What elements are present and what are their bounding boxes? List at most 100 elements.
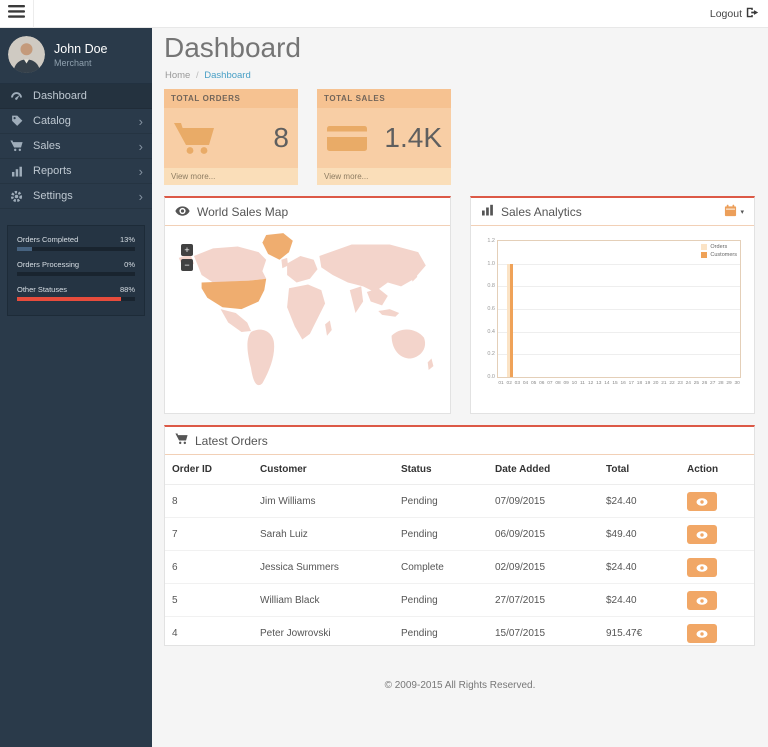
- stat-label: Orders Processing: [17, 260, 79, 269]
- view-order-button[interactable]: [687, 525, 717, 544]
- sidebar-toggle-button[interactable]: [0, 0, 34, 28]
- chevron-right-icon: ›: [139, 115, 143, 128]
- x-tick-label: 17: [627, 381, 635, 389]
- cell-status: Pending: [395, 485, 489, 518]
- cell-order-id: 4: [165, 617, 254, 647]
- progress-bar: [17, 297, 135, 301]
- x-tick-label: 14: [603, 381, 611, 389]
- credit-card-icon: [326, 123, 368, 153]
- cell-customer: Peter Jowrovski: [254, 617, 395, 647]
- cell-total: $24.40: [600, 551, 681, 584]
- gridline: [498, 264, 740, 265]
- x-tick-label: 09: [562, 381, 570, 389]
- orders-table: Order ID Customer Status Date Added Tota…: [165, 455, 754, 646]
- zoom-in-button[interactable]: +: [181, 244, 193, 256]
- table-row: 5 William Black Pending 27/07/2015 $24.4…: [165, 584, 754, 617]
- stat-value: 13%: [120, 235, 135, 244]
- y-tick-label: 0.6: [476, 306, 495, 312]
- sidebar-item-catalog[interactable]: Catalog ›: [0, 109, 152, 134]
- sidebar-item-dashboard[interactable]: Dashboard: [0, 84, 152, 109]
- caret-down-icon: ▾: [740, 208, 744, 216]
- col-status: Status: [395, 455, 489, 485]
- cell-order-id: 8: [165, 485, 254, 518]
- col-customer: Customer: [254, 455, 395, 485]
- breadcrumb-home-link[interactable]: Home: [165, 70, 190, 81]
- x-tick-label: 20: [652, 381, 660, 389]
- order-stats-box: Orders Completed 13% Orders Processing 0…: [7, 225, 145, 316]
- user-panel: John Doe Merchant: [0, 28, 152, 84]
- cell-customer: Sarah Luiz: [254, 518, 395, 551]
- logout-button[interactable]: Logout: [701, 7, 768, 21]
- world-map: [175, 231, 441, 393]
- panel-title: Sales Analytics: [501, 205, 582, 219]
- zoom-out-button[interactable]: −: [181, 259, 193, 271]
- sidebar-item-settings[interactable]: Settings ›: [0, 184, 152, 209]
- eye-icon: [696, 527, 708, 542]
- x-tick-label: 30: [733, 381, 741, 389]
- chart-bar: [510, 264, 513, 377]
- table-row: 8 Jim Williams Pending 07/09/2015 $24.40: [165, 485, 754, 518]
- x-tick-label: 11: [578, 381, 586, 389]
- stat-value: 0%: [124, 260, 135, 269]
- cell-status: Pending: [395, 518, 489, 551]
- stat-label: Orders Completed: [17, 235, 78, 244]
- view-more-link[interactable]: View more...: [317, 168, 451, 185]
- y-tick-label: 1.0: [476, 261, 495, 267]
- view-order-button[interactable]: [687, 492, 717, 511]
- copyright-text: © 2009-2015 All Rights Reserved.: [152, 680, 768, 691]
- tag-icon: [9, 115, 24, 127]
- stat-bar-fill-0: [17, 247, 32, 251]
- progress-bar: [17, 247, 135, 251]
- table-row: 4 Peter Jowrovski Pending 15/07/2015 915…: [165, 617, 754, 647]
- x-tick-label: 19: [644, 381, 652, 389]
- gridline: [498, 309, 740, 310]
- date-range-dropdown[interactable]: ▾: [724, 204, 744, 220]
- x-tick-label: 07: [546, 381, 554, 389]
- col-date-added: Date Added: [489, 455, 600, 485]
- chevron-right-icon: ›: [139, 165, 143, 178]
- stat-orders-processing: Orders Processing 0%: [17, 260, 135, 276]
- latest-orders-panel: Latest Orders Order ID Customer Status D…: [164, 425, 755, 646]
- view-order-button[interactable]: [687, 624, 717, 643]
- cell-status: Pending: [395, 584, 489, 617]
- y-tick-label: 0.8: [476, 283, 495, 289]
- x-tick-label: 05: [530, 381, 538, 389]
- cell-status: Complete: [395, 551, 489, 584]
- sidebar-item-sales[interactable]: Sales ›: [0, 134, 152, 159]
- stat-label: Other Statuses: [17, 285, 67, 294]
- legend-swatch: [701, 252, 707, 258]
- breadcrumb-current-link[interactable]: Dashboard: [204, 70, 250, 81]
- admin-dashboard-screen: Logout John Doe Merchant Dashboard: [0, 0, 768, 747]
- chevron-right-icon: ›: [139, 190, 143, 203]
- map-zoom-controls: + −: [181, 244, 193, 274]
- sidebar-item-label: Sales: [33, 140, 61, 152]
- cell-date-added: 02/09/2015: [489, 551, 600, 584]
- tile-header: TOTAL SALES: [317, 89, 451, 108]
- sidebar-item-reports[interactable]: Reports ›: [0, 159, 152, 184]
- col-total: Total: [600, 455, 681, 485]
- legend-label: Orders: [710, 244, 727, 250]
- bar-chart-icon: [9, 166, 24, 177]
- sidebar-item-label: Dashboard: [33, 90, 87, 102]
- table-row: 6 Jessica Summers Complete 02/09/2015 $2…: [165, 551, 754, 584]
- sign-out-icon: [746, 7, 759, 21]
- calendar-icon: [724, 204, 737, 220]
- view-order-button[interactable]: [687, 591, 717, 610]
- user-avatar: [8, 36, 45, 73]
- cell-total: $24.40: [600, 584, 681, 617]
- cart-icon: [173, 121, 215, 155]
- view-order-button[interactable]: [687, 558, 717, 577]
- col-order-id: Order ID: [165, 455, 254, 485]
- bar-chart-icon: [481, 204, 494, 219]
- eye-icon: [696, 626, 708, 641]
- x-tick-label: 16: [619, 381, 627, 389]
- x-tick-label: 04: [521, 381, 529, 389]
- gridline: [498, 354, 740, 355]
- stat-bar-fill-2: [17, 297, 121, 301]
- x-tick-label: 18: [635, 381, 643, 389]
- main-content: Dashboard Home / Dashboard TOTAL ORDERS …: [152, 28, 768, 747]
- dashboard-icon: [9, 91, 24, 101]
- x-tick-label: 03: [513, 381, 521, 389]
- view-more-link[interactable]: View more...: [164, 168, 298, 185]
- cell-date-added: 06/09/2015: [489, 518, 600, 551]
